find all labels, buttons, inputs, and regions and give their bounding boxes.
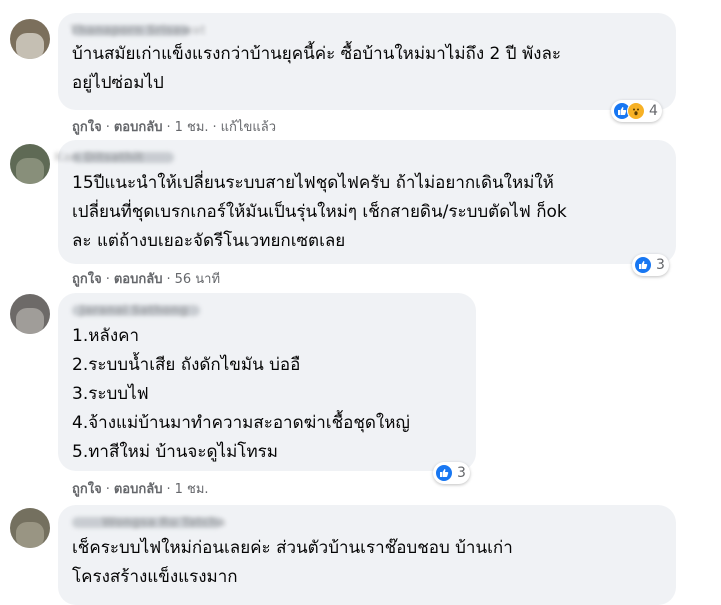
comment-timestamp[interactable]: 1 ชม.: [175, 482, 209, 497]
comment-author[interactable]: Wongsa Ru Tatcha: [72, 513, 662, 531]
comment-actions: ถูกใจ · ตอบกลับ · 1 ชม. · แก้ไขแล้ว: [72, 120, 276, 135]
reaction-summary[interactable]: 3: [632, 254, 669, 276]
comment-author[interactable]: Kan Ditsathit: [54, 148, 662, 166]
comment-bubble: Thanaporn Srisawat บ้านสมัยเก่าแข็งแรงกว…: [58, 13, 676, 110]
reply-button[interactable]: ตอบกลับ: [114, 482, 163, 497]
reaction-summary[interactable]: 4: [611, 100, 662, 122]
reaction-count: 4: [649, 103, 658, 119]
comment-bubble: Kan Ditsathit 15ปีแนะนำให้เปลี่ยนระบบสาย…: [54, 140, 676, 264]
like-button[interactable]: ถูกใจ: [72, 120, 102, 135]
like-icon: [435, 464, 453, 482]
reply-button[interactable]: ตอบกลับ: [114, 272, 163, 287]
like-button[interactable]: ถูกใจ: [72, 272, 102, 287]
like-icon: [634, 256, 652, 274]
comment-text: บ้านสมัยเก่าแข็งแรงกว่าบ้านยุคนี้ค่ะ ซื้…: [72, 44, 562, 93]
comment-actions: ถูกใจ · ตอบกลับ · 56 นาที: [72, 272, 221, 287]
avatar[interactable]: [10, 294, 50, 334]
comment-bubble: Jaranai Sathong 1.หลังคา 2.ระบบน้ำเสีย ถ…: [58, 293, 476, 471]
avatar[interactable]: [10, 19, 50, 59]
edited-label[interactable]: แก้ไขแล้ว: [221, 120, 276, 135]
like-button[interactable]: ถูกใจ: [72, 482, 102, 497]
comment-text: 15ปีแนะนำให้เปลี่ยนระบบสายไฟชุดไฟครับ ถ้…: [72, 173, 567, 251]
comment-author[interactable]: Jaranai Sathong: [72, 301, 462, 319]
comment-timestamp[interactable]: 56 นาที: [175, 272, 220, 287]
wow-icon: [627, 102, 645, 120]
comment-actions: ถูกใจ · ตอบกลับ · 1 ชม.: [72, 482, 209, 497]
reaction-summary[interactable]: 3: [433, 462, 470, 484]
comment-text: 1.หลังคา 2.ระบบน้ำเสีย ถังดักไขมัน บ่ออื…: [72, 326, 410, 462]
comment-author[interactable]: Thanaporn Srisawat: [70, 21, 662, 39]
comment-text: เช็คระบบไฟใหม่ก่อนเลยค่ะ ส่วนตัวบ้านเราช…: [72, 538, 513, 587]
reaction-count: 3: [457, 465, 466, 481]
comment-bubble: Wongsa Ru Tatcha เช็คระบบไฟใหม่ก่อนเลยค่…: [58, 505, 676, 605]
comment-timestamp[interactable]: 1 ชม.: [175, 120, 209, 135]
reaction-count: 3: [656, 257, 665, 273]
avatar[interactable]: [10, 144, 50, 184]
reply-button[interactable]: ตอบกลับ: [114, 120, 163, 135]
avatar[interactable]: [10, 508, 50, 548]
